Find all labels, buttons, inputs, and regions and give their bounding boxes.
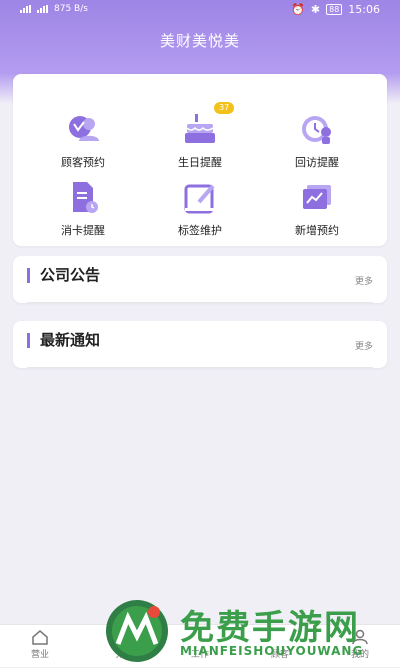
quick-action-revisit[interactable]: 回访提醒 <box>267 110 367 170</box>
quick-action-label: 消卡提醒 <box>61 224 105 237</box>
status-right: ⏰ ✱ 88 15:06 <box>291 3 380 16</box>
watermark-logo <box>104 598 170 664</box>
quick-action-card-consume[interactable]: 消卡提醒 <box>33 178 133 238</box>
divider <box>27 367 373 368</box>
customer-booking-icon <box>64 110 102 148</box>
quick-action-label: 标签维护 <box>178 224 222 237</box>
announcement-more-link[interactable]: 更多 <box>355 274 373 287</box>
birthday-count-badge: 37 <box>214 102 235 114</box>
notice-more-link[interactable]: 更多 <box>355 339 373 352</box>
network-speed: 875 B/s <box>54 4 88 14</box>
signal-icon <box>20 5 31 13</box>
quick-action-label: 生日提醒 <box>178 156 222 169</box>
status-left: 875 B/s <box>20 4 88 14</box>
new-booking-icon <box>298 178 336 216</box>
announcement-title: 公司公告 <box>27 268 100 283</box>
site-watermark: 免费手游网 MIANFEISHOUYOUWANG <box>104 598 396 664</box>
birthday-cake-icon <box>181 110 219 148</box>
battery-icon: 88 <box>326 4 343 15</box>
alarm-icon: ⏰ <box>291 3 305 16</box>
notice-card: 最新通知 更多 <box>13 321 387 368</box>
quick-action-customer-booking[interactable]: 顾客预约 <box>33 110 133 170</box>
card-consume-reminder-icon <box>64 178 102 216</box>
home-icon <box>31 629 49 645</box>
notice-title: 最新通知 <box>27 333 100 348</box>
quick-action-label: 回访提醒 <box>295 156 339 169</box>
status-time: 15:06 <box>348 3 380 16</box>
quick-action-tag-edit[interactable]: 标签维护 <box>150 178 250 238</box>
app-title: 美财美悦美 <box>159 32 240 50</box>
quick-action-label: 新增预约 <box>295 224 339 237</box>
signal-icon-2 <box>37 5 48 13</box>
announcement-card: 公司公告 更多 <box>13 256 387 303</box>
nav-label: 营业 <box>30 650 49 660</box>
quick-action-birthday[interactable]: 生日提醒 <box>150 110 250 170</box>
bluetooth-icon: ✱ <box>310 3 321 16</box>
revisit-reminder-icon <box>298 110 336 148</box>
tag-edit-icon <box>181 178 219 216</box>
status-bar: 875 B/s ⏰ ✱ 88 15:06 <box>0 0 400 22</box>
quick-actions-card: 顾客预约 生日提醒 37 回访提醒 消卡提醒 标签维护 新增预约 <box>13 74 387 246</box>
nav-item-business[interactable]: 营业 <box>10 629 70 660</box>
watermark-subtitle: MIANFEISHOUYOUWANG <box>180 644 364 658</box>
divider <box>27 302 373 303</box>
watermark-title: 免费手游网 <box>180 608 360 648</box>
quick-action-label: 顾客预约 <box>61 156 105 169</box>
quick-action-new-booking[interactable]: 新增预约 <box>267 178 367 238</box>
